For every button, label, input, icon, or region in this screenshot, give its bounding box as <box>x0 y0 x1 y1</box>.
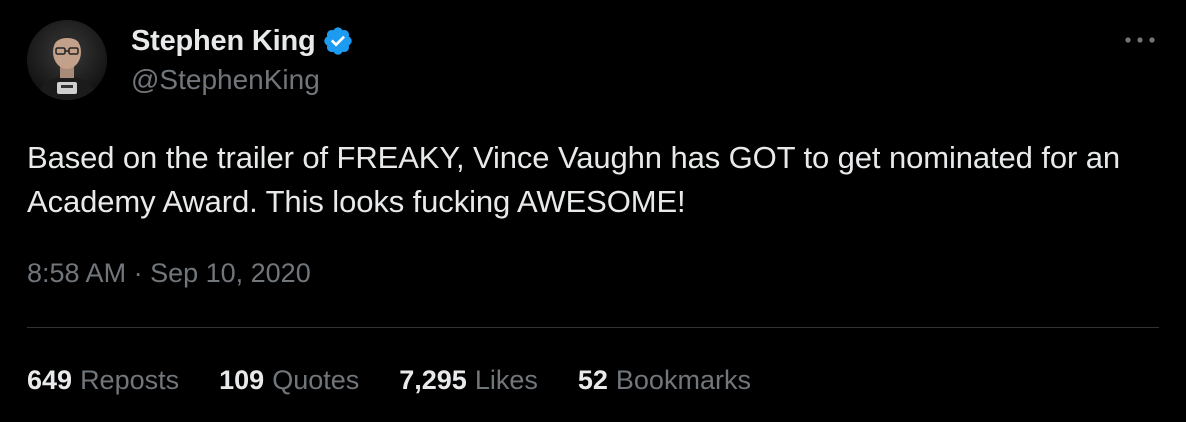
author-name-row: Stephen King <box>131 24 354 58</box>
tweet-date: Sep 10, 2020 <box>150 258 311 288</box>
stat-quotes[interactable]: 109 Quotes <box>219 365 359 396</box>
stat-count: 109 <box>219 365 265 395</box>
author-display-name[interactable]: Stephen King <box>131 25 316 58</box>
engagement-stats: 649 Reposts 109 Quotes 7,295 Likes 52 Bo… <box>27 365 791 396</box>
stat-label: Bookmarks <box>615 365 751 395</box>
stat-label: Reposts <box>80 365 180 395</box>
more-horizontal-icon <box>1125 37 1155 43</box>
avatar-photo-icon <box>27 20 107 100</box>
more-options-button[interactable] <box>1120 26 1160 54</box>
stat-count: 52 <box>577 365 608 395</box>
divider <box>27 327 1159 328</box>
stat-reposts[interactable]: 649 Reposts <box>27 365 179 396</box>
tweet-text: Based on the trailer of FREAKY, Vince Va… <box>27 140 1120 219</box>
stat-label: Likes <box>474 365 538 395</box>
author-avatar[interactable] <box>27 20 107 100</box>
stat-bookmarks[interactable]: 52 Bookmarks <box>578 365 751 396</box>
tweet-time: 8:58 AM <box>27 258 127 288</box>
meta-separator: · <box>126 258 151 288</box>
verified-badge-icon <box>323 27 352 55</box>
tweet-timestamp[interactable]: 8:58 AM · Sep 10, 2020 <box>27 258 311 289</box>
stat-label: Quotes <box>272 365 360 395</box>
tweet-card: Stephen King @StephenKing Based on the t… <box>0 0 1186 422</box>
stat-count: 649 <box>27 365 73 395</box>
author-handle[interactable]: @StephenKing <box>131 64 320 96</box>
stat-count: 7,295 <box>399 365 467 395</box>
stat-likes[interactable]: 7,295 Likes <box>399 365 538 396</box>
